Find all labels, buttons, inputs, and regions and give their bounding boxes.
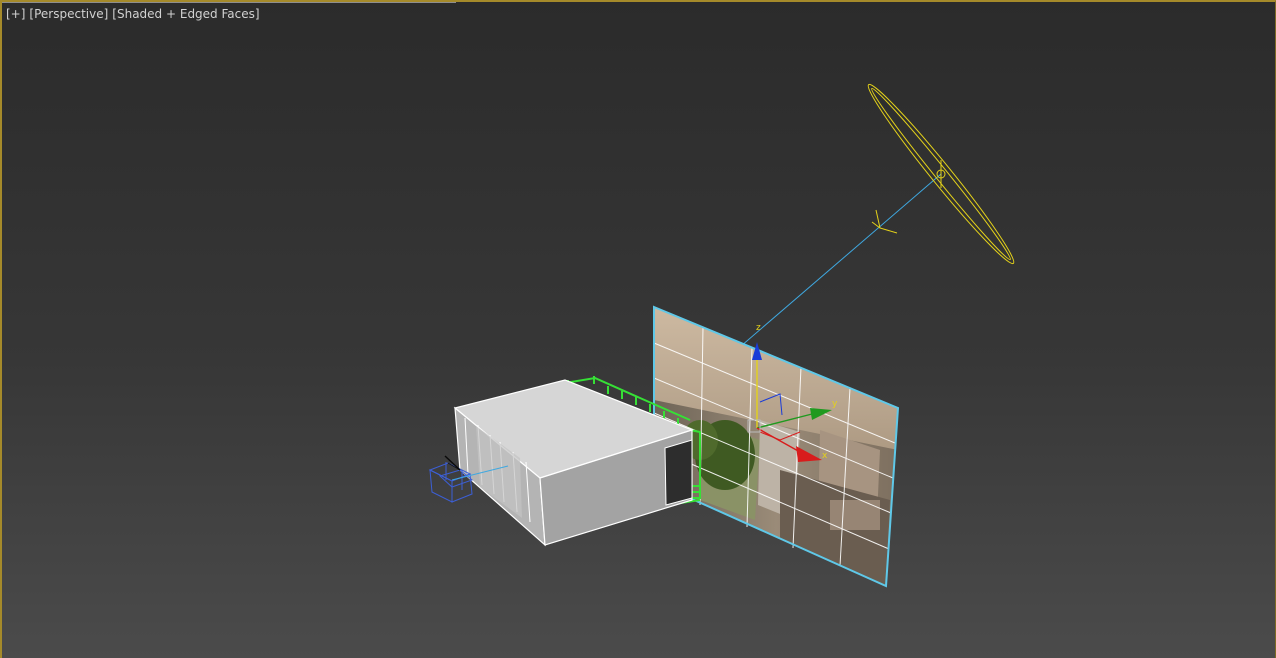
sky-light-object[interactable] — [861, 78, 1021, 269]
gizmo-x-label: x — [822, 451, 828, 461]
perspective-viewport[interactable]: z y x [+] [Perspective] [Shaded + Edged … — [0, 0, 1276, 658]
viewport-view-menu[interactable]: [Perspective] — [29, 7, 108, 21]
viewport-scene[interactable]: z y x — [0, 0, 1276, 658]
gizmo-y-label: y — [832, 399, 838, 409]
viewport-shading-menu[interactable]: [Shaded + Edged Faces] — [112, 7, 259, 21]
viewport-top-strip — [0, 0, 456, 3]
gizmo-z-label: z — [756, 323, 761, 333]
viewport-label-menu: [+] [Perspective] [Shaded + Edged Faces] — [6, 7, 260, 21]
viewport-plus-menu[interactable]: [+] — [6, 7, 25, 21]
